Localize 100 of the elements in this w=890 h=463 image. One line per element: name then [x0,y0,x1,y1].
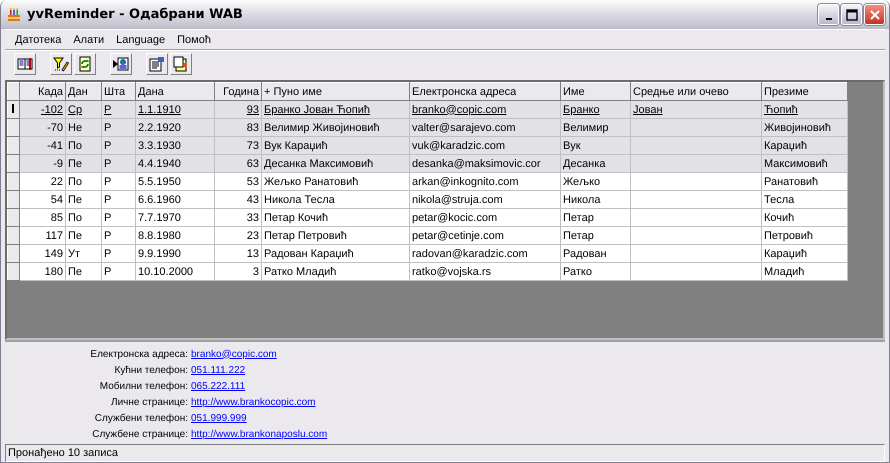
table-cell: Вук [563,140,581,152]
column-header[interactable]: Када [20,82,66,100]
table-cell: ratko@vojska.rs [412,266,492,278]
table-row[interactable]: -41 По Р 3.3.1930 73 Вук Караџић vuk@karadzic.com Вук Караџић [8,136,848,154]
menu-item[interactable]: Алати [67,34,110,46]
table-cell: nikola@struja.com [412,194,503,206]
table-row[interactable]: 22 По Р 5.5.1950 53 Жељко Ранатовић arkan@inkognito.com Жељко Ранатовић [8,172,848,190]
table-cell: 9.9.1990 [138,248,181,260]
table-cell: Петар [563,212,594,224]
table-cell: По [68,212,82,224]
toolbar-button[interactable] [146,53,168,75]
table-cell: 8.8.1980 [138,230,181,242]
column-header[interactable]: Дана [136,82,214,100]
minimize-button[interactable] [818,4,839,25]
table-cell: Р [104,212,112,224]
column-header[interactable]: Дан [66,82,102,100]
toolbar-button[interactable] [50,53,72,75]
table-cell: -41 [47,140,63,152]
table-row[interactable]: 149 Ут Р 9.9.1990 13 Радован Караџић radovan@karadzic.com Радован Караџић [8,244,848,262]
column-header[interactable]: Средње или очево [630,82,762,100]
book-icon [17,56,33,72]
table-cell: Јован [633,104,663,116]
column-header[interactable]: Шта [102,82,136,100]
table-cell: desanka@maksimovic.cor [412,158,541,170]
table-row[interactable]: -9 Пе Р 4.4.1940 63 Десанка Максимовић desanka@maksimovic.cor Десанка Максимовић [8,154,848,172]
link[interactable]: http://www.brankocopic.com [191,396,316,408]
link[interactable]: branko@copic.com [191,348,277,360]
table-cell: 22 [50,176,63,188]
link[interactable]: 051.111.222 [191,364,246,376]
close-icon [868,8,880,20]
table-row[interactable]: 54 Пе Р 6.6.1960 43 Никола Тесла nikola@struja.com Никола Тесла [8,190,848,208]
table-row[interactable]: -70 Не Р 2.2.1920 83 Велимир Живојиновић valter@sarajevo.com Велимир Живојиновић [8,118,848,136]
menu-item[interactable]: Помоћ [171,34,217,46]
column-header[interactable]: Име [560,82,630,100]
table-cell: petar@kocic.com [412,212,498,224]
table-cell: Максимовић [764,158,828,170]
table-cell: 2.2.1920 [138,122,181,134]
table-cell: Р [104,122,112,134]
column-header[interactable]: Електронска адреса [410,82,560,100]
toolbar-button[interactable] [170,53,192,75]
table-cell: Бранко Јован Ћопић [264,104,370,116]
table-cell: 149 [44,248,63,260]
menu-item[interactable]: Language [110,34,172,46]
table-row[interactable]: 180 Пе Р 10.10.2000 3 Ратко Младић ratko@vojska.rs Ратко Младић [8,262,848,280]
table-cell: Велимир [563,122,608,134]
table-cell: 23 [246,230,259,242]
table-cell: Бранко [563,104,600,116]
table-cell: 43 [246,194,259,206]
table-cell: 73 [246,140,259,152]
table-row[interactable]: 85 По Р 7.7.1970 33 Петар Кочић petar@kocic.com Петар Кочић [8,208,848,226]
table-cell: Р [104,176,112,188]
table-cell: Младић [764,266,804,278]
table-cell: arkan@inkognito.com [412,176,519,188]
maximize-icon [846,8,858,20]
new-document-icon [173,56,189,72]
field-label: Мобилни телефон: [98,380,188,392]
toolbar-button[interactable] [74,53,96,75]
toolbar-button[interactable] [14,53,36,75]
close-button[interactable] [864,4,885,25]
table-cell: 13 [246,248,259,260]
table-cell: petar@cetinje.com [412,230,504,242]
table-cell: 54 [50,194,63,206]
table-cell: Караџић [764,140,808,152]
column-header[interactable]: Презиме [762,82,848,100]
filter-pencil-icon [53,56,69,72]
toolbar-button[interactable] [110,53,132,75]
table-cell: Десанка [563,158,606,170]
table-row[interactable]: -102 Ср Р 1.1.1910 93 Бранко Јован Ћопић branko@copic.com Бранко Јован Ћопић [8,100,848,118]
table-cell: Велимир Живојиновић [264,122,380,134]
table-cell: -102 [40,104,63,116]
column-header[interactable]: Година [214,82,262,100]
table-cell: Ћопић [764,104,798,116]
table-cell: Жељко Ранатовић [264,176,358,188]
column-header[interactable]: + Пуно име [262,82,410,100]
table-cell: 10.10.2000 [138,266,194,278]
table-cell: Петар [563,230,594,242]
table-cell: 3 [252,266,259,278]
table-row[interactable]: 117 Пе Р 8.8.1980 23 Петар Петровић petar@cetinje.com Петар Петровић [8,226,848,244]
table-cell: Не [68,122,82,134]
table-cell: 7.7.1970 [138,212,181,224]
properties-document-icon [149,56,165,72]
table-cell: 53 [246,176,259,188]
table-cell: Десанка Максимовић [264,158,374,170]
table-cell: Никола Тесла [264,194,335,206]
table-cell: Караџић [764,248,808,260]
link[interactable]: 051.999.999 [191,412,247,424]
arrow-globe-icon [113,56,129,72]
field-label: Кућни телефон: [114,364,188,376]
table-cell: Тесла [764,194,794,206]
table-cell: 117 [45,230,63,242]
table-cell: Ратко [563,266,592,278]
link[interactable]: http://www.brankonaposlu.com [191,428,328,440]
link[interactable]: 065.222.111 [191,380,246,392]
table-cell: 1.1.1910 [138,104,181,116]
maximize-button[interactable] [841,4,862,25]
table-cell: Живојиновић [764,122,832,134]
minimize-icon [826,18,832,20]
menu-item[interactable]: Датотека [9,34,68,46]
refresh-document-icon [77,56,93,72]
status-bar: Пронађено 10 записа [5,444,885,462]
